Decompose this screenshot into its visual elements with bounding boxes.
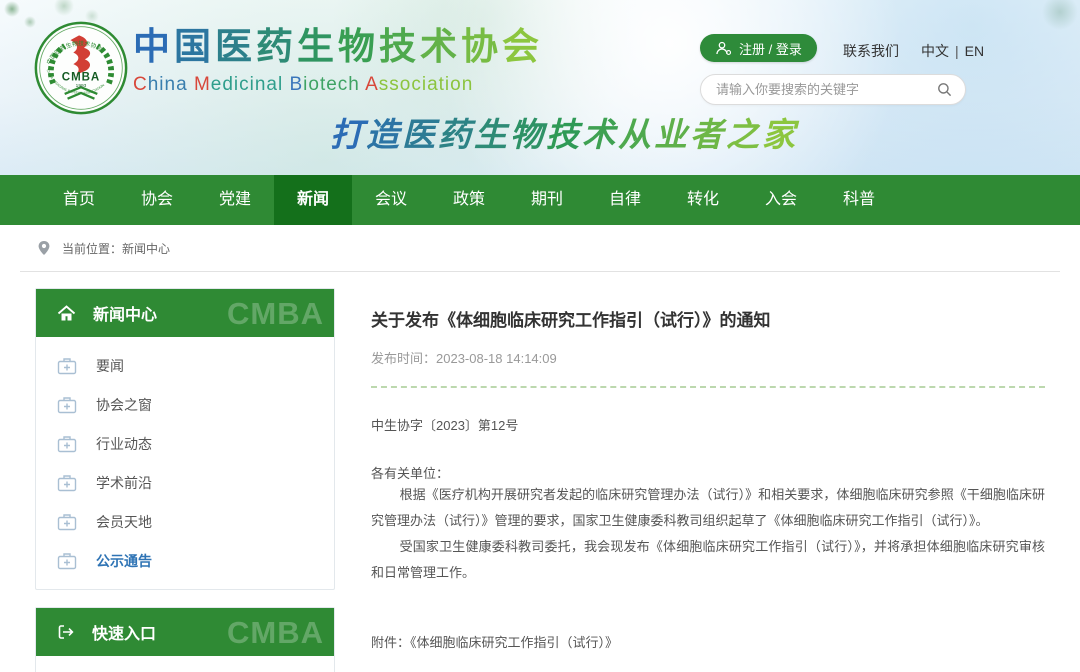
lang-en-link[interactable]: EN	[965, 43, 984, 59]
nav-item-9[interactable]: 入会	[742, 175, 820, 225]
publish-time: 发布时间：2023-08-18 14:14:09	[371, 348, 1045, 367]
nav-item-3[interactable]: 新闻	[274, 175, 352, 225]
attachment-link[interactable]: 附件：《体细胞临床研究工作指引（试行）》	[371, 632, 1045, 651]
association-emblem-icon: CMBA 1993 中国医药生物技术协会 CHINA MEDICINAL BIO…	[33, 20, 129, 116]
quick-entry-watermark: CMBA	[227, 615, 324, 651]
nav-item-7[interactable]: 自律	[586, 175, 664, 225]
plus-box-icon	[57, 357, 77, 375]
nav-item-2[interactable]: 党建	[196, 175, 274, 225]
quick-entry-title: 快速入口	[92, 620, 156, 644]
article-salutation: 各有关单位：	[371, 463, 1045, 482]
nav-item-5[interactable]: 政策	[430, 175, 508, 225]
dashed-divider	[371, 386, 1045, 388]
site-subtitle-segment: hina	[148, 74, 188, 95]
breadcrumb-current[interactable]: 新闻中心	[122, 242, 170, 256]
contact-link[interactable]: 联系我们	[843, 41, 899, 61]
plus-box-icon	[57, 513, 77, 531]
quick-entry-header: 快速入口 CMBA	[36, 608, 334, 656]
nav-item-0[interactable]: 首页	[40, 175, 118, 225]
sidebar-item-1[interactable]: 协会之窗	[36, 385, 334, 424]
sidebar-item-0[interactable]: 要闻	[36, 346, 334, 385]
sidebar-item-5[interactable]: 公示通告	[36, 541, 334, 580]
emblem-year: 1993	[76, 83, 87, 89]
page: CMBA 1993 中国医药生物技术协会 CHINA MEDICINAL BIO…	[0, 0, 1080, 672]
sidebar-item-label: 行业动态	[96, 434, 152, 454]
site-subtitle-segment: C	[133, 74, 148, 95]
nav-item-6[interactable]: 期刊	[508, 175, 586, 225]
sidebar-item-label: 会员天地	[96, 512, 152, 532]
sidebar-item-label: 协会之窗	[96, 395, 152, 415]
plus-box-icon	[57, 474, 77, 492]
home-icon	[57, 305, 76, 322]
register-login-label: 注册 / 登录	[739, 39, 802, 58]
site-subtitle-segment: iotech	[303, 74, 360, 95]
site-header: CMBA 1993 中国医药生物技术协会 CHINA MEDICINAL BIO…	[0, 0, 1080, 175]
sidebar-item-label: 要闻	[96, 356, 124, 376]
article: 关于发布《体细胞临床研究工作指引（试行）》的通知 发布时间：2023-08-18…	[371, 288, 1045, 651]
site-subtitle: China Medicinal Biotech Association	[133, 74, 543, 96]
sidebar-item-label: 学术前沿	[96, 473, 152, 493]
sidebar: 新闻中心 CMBA 要闻协会之窗行业动态学术前沿会员天地公示通告 快速入口 CM…	[35, 288, 335, 672]
nav-item-1[interactable]: 协会	[118, 175, 196, 225]
search-box	[700, 74, 966, 105]
sidebar-item-3[interactable]: 学术前沿	[36, 463, 334, 502]
sidebar-item-label: 公示通告	[96, 551, 152, 571]
emblem-acronym: CMBA	[62, 71, 100, 83]
nav-item-8[interactable]: 转化	[664, 175, 742, 225]
publish-time-value: 2023-08-18 14:14:09	[436, 351, 557, 366]
site-subtitle-segment: A	[365, 74, 379, 95]
quick-entry-panel: 快速入口 CMBA	[35, 607, 335, 672]
publish-time-label: 发布时间：	[371, 351, 436, 366]
location-pin-icon	[36, 240, 52, 256]
breadcrumb-text: 当前位置：新闻中心	[62, 240, 170, 257]
site-subtitle-segment: edicinal	[211, 74, 283, 95]
article-body: 根据《医疗机构开展研究者发起的临床研究管理办法（试行）》和相关要求，体细胞临床研…	[371, 482, 1045, 586]
nav-item-10[interactable]: 科普	[820, 175, 898, 225]
article-paragraph-1: 受国家卫生健康委科教司委托，我会现发布《体细胞临床研究工作指引（试行）》，并将承…	[371, 534, 1045, 586]
news-center-header: 新闻中心 CMBA	[36, 289, 334, 337]
news-center-list: 要闻协会之窗行业动态学术前沿会员天地公示通告	[36, 337, 334, 589]
site-subtitle-segment: M	[194, 74, 211, 95]
content-area: 新闻中心 CMBA 要闻协会之窗行业动态学术前沿会员天地公示通告 快速入口 CM…	[0, 272, 1080, 672]
search-icon[interactable]	[937, 82, 952, 97]
news-center-watermark: CMBA	[227, 296, 324, 332]
news-center-panel: 新闻中心 CMBA 要闻协会之窗行业动态学术前沿会员天地公示通告	[35, 288, 335, 590]
lang-zh-link[interactable]: 中文	[921, 43, 949, 59]
site-title: 中国医药生物技术协会	[133, 22, 543, 72]
person-icon	[715, 41, 732, 56]
site-subtitle-segment: B	[289, 74, 303, 95]
breadcrumb-label: 当前位置：	[62, 242, 122, 256]
news-center-title: 新闻中心	[93, 301, 157, 325]
search-input[interactable]	[714, 81, 937, 98]
association-logo[interactable]: CMBA 1993 中国医药生物技术协会 CHINA MEDICINAL BIO…	[33, 20, 129, 121]
enter-icon	[57, 623, 75, 641]
plus-box-icon	[57, 396, 77, 414]
document-number: 中生协字〔2023〕第12号	[371, 415, 1045, 434]
plus-box-icon	[57, 435, 77, 453]
article-title: 关于发布《体细胞临床研究工作指引（试行）》的通知	[371, 310, 1045, 332]
breadcrumb: 当前位置：新闻中心	[20, 225, 1060, 272]
article-paragraph-0: 根据《医疗机构开展研究者发起的临床研究管理办法（试行）》和相关要求，体细胞临床研…	[371, 482, 1045, 534]
site-slogan: 打造医药生物技术从业者之家	[330, 108, 798, 156]
sidebar-item-2[interactable]: 行业动态	[36, 424, 334, 463]
lang-divider: |	[955, 43, 959, 59]
nav-item-4[interactable]: 会议	[352, 175, 430, 225]
main-nav: 首页协会党建新闻会议政策期刊自律转化入会科普	[0, 175, 1080, 225]
register-login-button[interactable]: 注册 / 登录	[700, 34, 817, 62]
plus-box-icon	[57, 552, 77, 570]
sidebar-item-4[interactable]: 会员天地	[36, 502, 334, 541]
language-switcher: 中文 | EN	[921, 41, 984, 61]
site-subtitle-segment: ssociation	[379, 74, 474, 95]
